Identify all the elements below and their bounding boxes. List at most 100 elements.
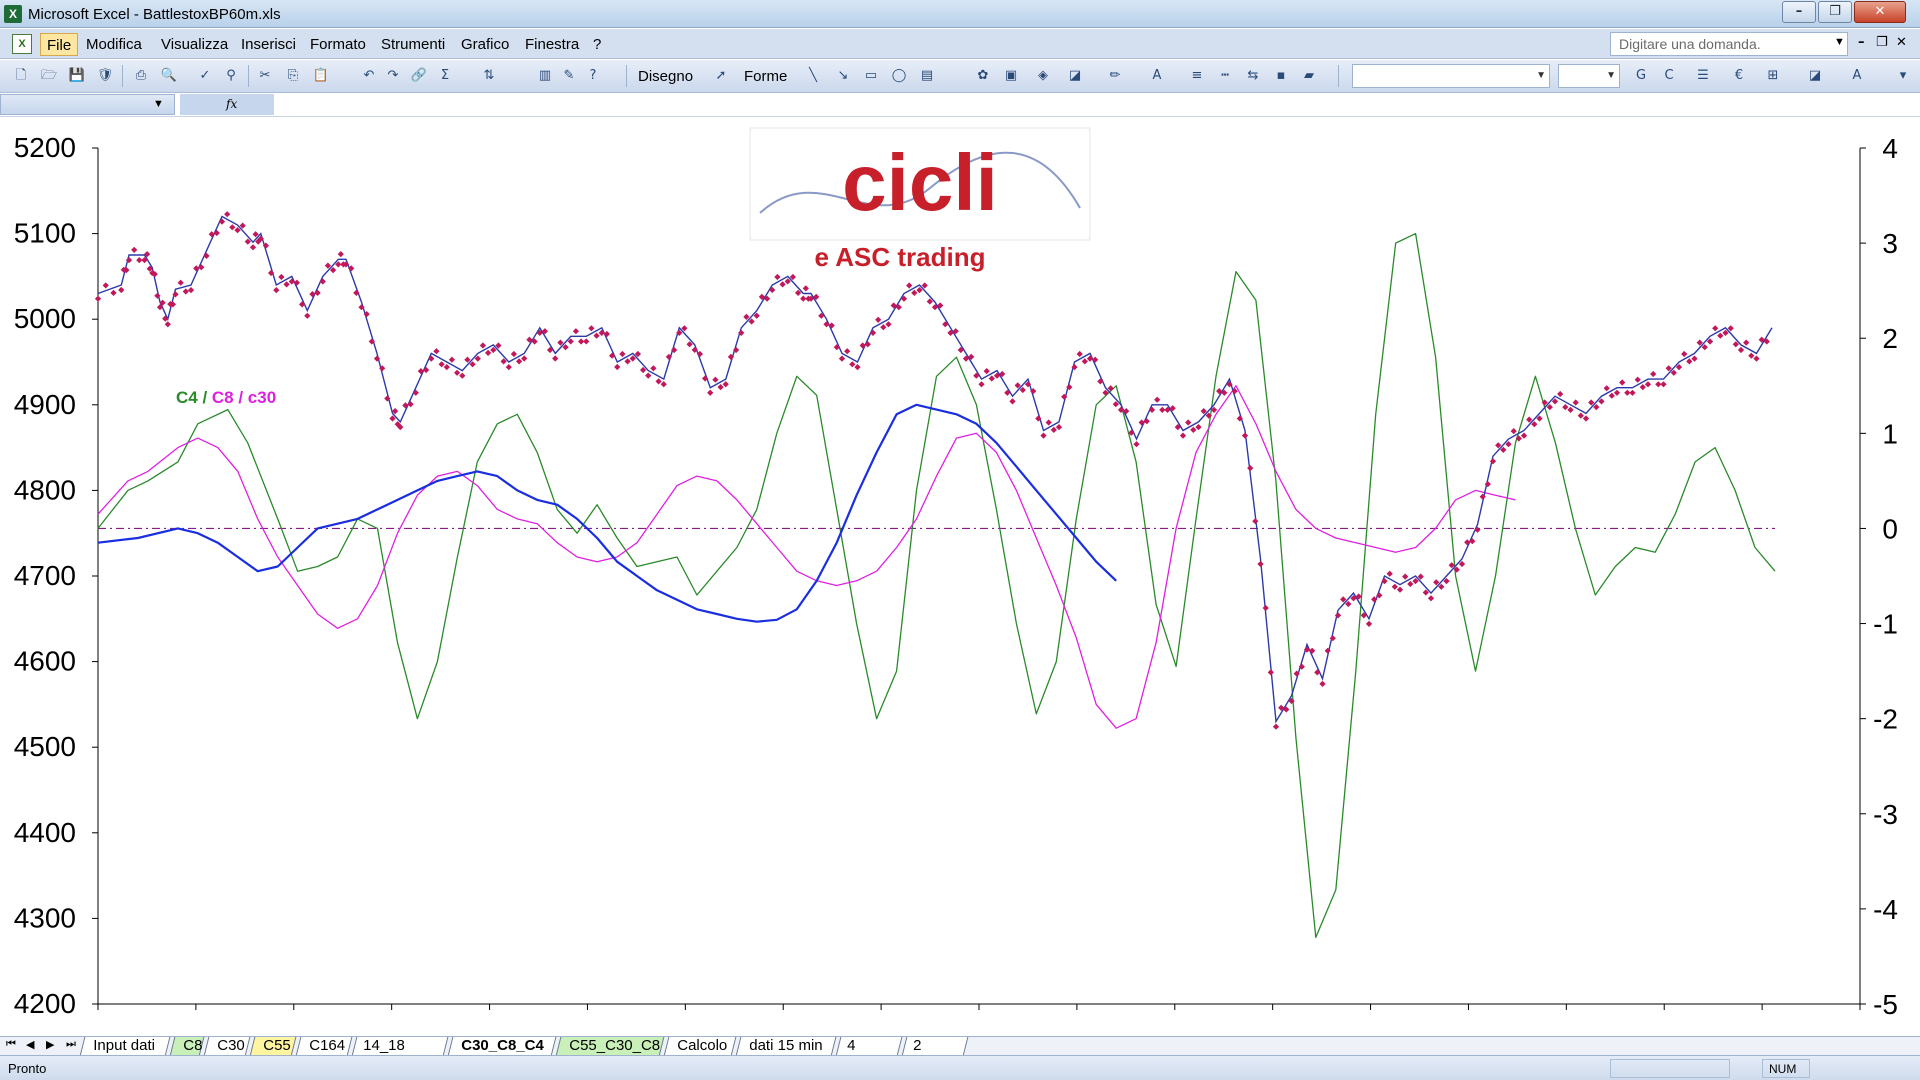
drawing-icon[interactable]: ✎ [560,67,578,85]
new-file-icon[interactable]: 🗋 [12,67,30,85]
first-sheet-button[interactable]: ⏮ [6,1038,16,1051]
price-marker [229,224,236,231]
toolbar-options-icon[interactable]: ▾ [1894,67,1912,85]
open-folder-icon[interactable]: 🗁 [40,67,58,85]
menu-formato[interactable]: Formato [304,33,372,56]
minimize-button[interactable]: – [1782,1,1816,23]
sheet-tab-label: C8 [183,1037,203,1054]
menu-file[interactable]: File [40,33,79,56]
series-label: C4 / C8 / c30 [176,388,276,407]
cut-icon[interactable]: ✂ [256,67,274,85]
menu-inserisci[interactable]: Inserisci [235,33,302,56]
standard-toolbar: 🗋 🗁 💾 🛡 ⎙ 🔍 ✓ ⚲ ✂ ⎘ 📋 ↶ ↷ 🔗 Σ ⇅ ▥ ✎ ? Di… [0,60,1920,93]
chart-wizard-icon[interactable]: ▥ [536,67,554,85]
research-icon[interactable]: ⚲ [222,67,240,85]
price-marker [712,376,719,383]
sheet-tab-4-anni[interactable]: 4 Anni [835,1037,903,1071]
close-button[interactable]: ✕ [1854,1,1906,23]
textbox-tool-icon[interactable]: ▤ [918,67,936,85]
font-color-icon[interactable]: A [1148,67,1166,85]
sheet-tab-calcolo[interactable]: Calcolo [663,1037,737,1056]
sheet-tab-14-18-mesi[interactable]: 14_18 mesi [351,1037,449,1071]
font-size-combo[interactable]: ▼ [1558,64,1620,88]
align-icon[interactable]: ☰ [1694,67,1712,85]
save-icon[interactable]: 💾 [68,67,86,85]
hyperlink-icon[interactable]: 🔗 [410,67,428,85]
permission-icon[interactable]: 🛡 [96,67,114,85]
copy-icon[interactable]: ⎘ [284,67,302,85]
dash-style-icon[interactable]: ┅ [1216,67,1234,85]
chart-area[interactable]: 5200 5100 5000 4900 4800 4700 4600 4500 4400 4300… [0,118,1920,1036]
sheet-tab-input-dati[interactable]: Input dati [79,1037,171,1056]
help-search-input[interactable]: Digitare una domanda. [1610,32,1848,56]
line-style-icon[interactable]: ≡ [1188,67,1206,85]
borders-icon[interactable]: ⊞ [1764,67,1782,85]
arrow-style-icon[interactable]: ⇆ [1244,67,1262,85]
price-marker [650,365,657,372]
chevron-down-icon[interactable]: ▼ [1834,36,1845,48]
autosum-icon[interactable]: Σ [436,67,454,85]
rectangle-tool-icon[interactable]: ▭ [862,67,880,85]
last-sheet-button[interactable]: ⏭ [66,1038,76,1051]
line-tool-icon[interactable]: ╲ [804,67,822,85]
shadow-icon[interactable]: ▪ [1272,67,1290,85]
diagram-icon[interactable]: ◈ [1034,67,1052,85]
line-color-icon[interactable]: ✏ [1106,67,1124,85]
print-preview-icon[interactable]: 🔍 [160,67,178,85]
sheet-tab-c55[interactable]: C55 [249,1037,297,1056]
sheet-tab-2-anni[interactable]: 2 Anni [901,1037,969,1071]
sheet-tab-c30[interactable]: C30 [203,1037,251,1056]
fx-button[interactable]: fx [180,94,274,115]
font-color-icon-2[interactable]: A [1848,67,1866,85]
undo-icon[interactable]: ↶ [360,67,378,85]
sheet-tab-c55-c30-c8[interactable]: C55_C30_C8 [555,1037,665,1056]
workbook-icon[interactable]: X [12,34,32,54]
currency-icon[interactable]: € [1730,67,1748,85]
sheet-tab-dati-15-min[interactable]: dati 15 min [735,1037,837,1056]
help-icon[interactable]: ? [584,67,602,85]
fill-bucket-icon[interactable]: ◪ [1806,67,1824,85]
paste-icon[interactable]: 📋 [312,67,330,85]
fill-color-icon[interactable]: ◪ [1066,67,1084,85]
price-marker [1247,464,1254,472]
sheet-tab-c8[interactable]: C8 [169,1037,205,1056]
price-marker [572,328,580,335]
menu-finestra[interactable]: Finestra [519,33,585,56]
font-name-combo[interactable]: ▼ [1352,64,1550,88]
oval-tool-icon[interactable]: ◯ [890,67,908,85]
name-box[interactable]: ▼ [0,94,175,115]
menu-modifica[interactable]: Modifica [80,33,148,56]
print-icon[interactable]: ⎙ [132,67,150,85]
bold-icon[interactable]: G [1632,67,1650,85]
price-marker [983,367,990,375]
draw-menu-button[interactable]: Disegno [638,68,693,85]
mdi-close-button[interactable]: ✕ [1896,35,1907,50]
clipart-icon[interactable]: ✿ [974,67,992,85]
italic-icon[interactable]: C [1660,67,1678,85]
shapes-menu-button[interactable]: Forme [744,68,787,85]
chevron-down-icon[interactable]: ▼ [153,98,164,110]
right-tick-label: 3 [1882,228,1898,259]
redo-icon[interactable]: ↷ [384,67,402,85]
right-tick-label: -3 [1873,799,1898,830]
mdi-minimize-button[interactable]: – [1858,35,1865,50]
select-pointer-icon[interactable]: ➚ [712,67,730,85]
maximize-button[interactable]: ❐ [1818,1,1852,23]
spelling-icon[interactable]: ✓ [196,67,214,85]
menu-visualizza[interactable]: Visualizza [155,33,234,56]
right-tick-label: -2 [1873,704,1898,735]
menu-grafico[interactable]: Grafico [455,33,515,56]
right-tick-label: 0 [1882,513,1898,544]
arrow-tool-icon[interactable]: ↘ [834,67,852,85]
image-icon[interactable]: ▣ [1002,67,1020,85]
prev-sheet-button[interactable]: ◀ [26,1038,34,1051]
sort-icon[interactable]: ⇅ [480,67,498,85]
next-sheet-button[interactable]: ▶ [46,1038,54,1051]
3d-icon[interactable]: ▰ [1300,67,1318,85]
sheet-tab-c164[interactable]: C164 [295,1037,353,1056]
sheet-tab-c30-c8-c4[interactable]: C30_C8_C4 [447,1037,557,1056]
series-line-c8 [97,385,1516,729]
mdi-restore-button[interactable]: ❐ [1876,35,1888,50]
menu-strumenti[interactable]: Strumenti [375,33,451,56]
menu-help[interactable]: ? [587,33,607,56]
